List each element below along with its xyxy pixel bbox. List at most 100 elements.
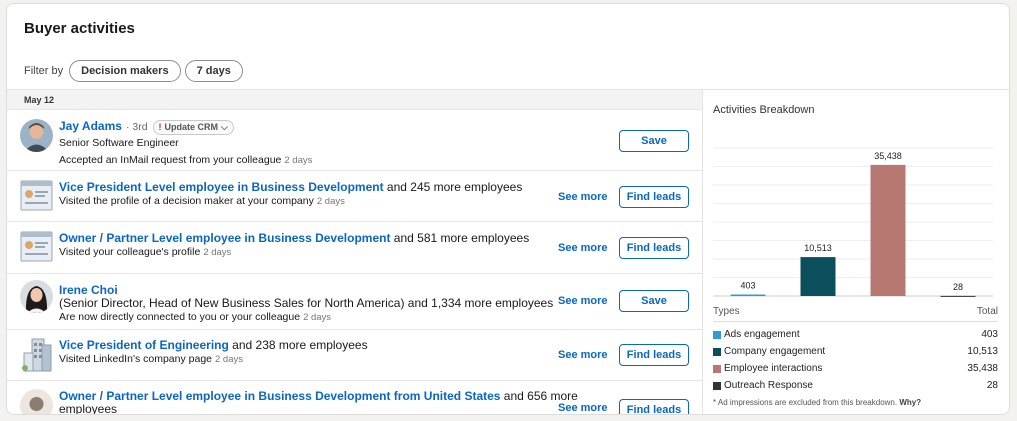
legend-value: 35,438 xyxy=(967,363,998,374)
legend-row-employee: Employee interactions 35,438 xyxy=(713,360,998,377)
bar-ads-engagement[interactable] xyxy=(730,294,766,296)
activity-text: Visited your colleague's profile 2 days xyxy=(59,246,231,258)
activity-age: 2 days xyxy=(316,196,345,207)
activity-row: Jay Adams · 3rd! Update CRM ⌵ Senior Softwa… xyxy=(7,110,702,171)
row-title: Vice President of Engineering and 238 mo… xyxy=(59,338,368,352)
activity-text: Visited the profile of a decision maker … xyxy=(59,195,345,207)
activity-description: Visited LinkedIn's company page xyxy=(59,353,212,365)
legend-label: Company engagement xyxy=(724,346,826,357)
company-building-icon xyxy=(20,337,53,372)
avatar[interactable] xyxy=(20,280,53,313)
activity-text: Accepted an InMail request from your col… xyxy=(59,154,312,166)
bar-employee-interactions[interactable] xyxy=(870,164,906,296)
see-more-link[interactable]: See more xyxy=(558,402,608,414)
person-name-link[interactable]: Irene Choi xyxy=(59,283,118,297)
bar-company-engagement[interactable] xyxy=(800,257,836,296)
legend-swatch xyxy=(713,381,721,390)
why-link[interactable]: Why? xyxy=(899,398,921,407)
legend-label: Ads engagement xyxy=(724,329,800,340)
legend-value: 10,513 xyxy=(967,346,998,357)
legend-swatch xyxy=(713,330,721,339)
save-button[interactable]: Save xyxy=(619,130,689,152)
legend-swatch xyxy=(713,364,721,373)
find-leads-button[interactable]: Find leads xyxy=(619,344,689,366)
activity-age: 2 days xyxy=(203,247,232,258)
total-column-header: Total xyxy=(976,306,998,317)
connection-degree: · 3rd xyxy=(125,121,148,133)
breakdown-bar-chart: 403 10,513 35,438 28 xyxy=(713,147,993,297)
save-button[interactable]: Save xyxy=(619,290,689,312)
row-title: Jay Adams · 3rd! Update CRM ⌵ xyxy=(59,119,234,135)
profile-card-icon xyxy=(20,230,53,263)
breakdown-table-header: Types Total xyxy=(713,306,998,317)
bar-value-label: 28 xyxy=(953,282,963,292)
activity-row: Vice President Level employee in Busines… xyxy=(7,171,702,222)
see-more-link[interactable]: See more xyxy=(558,295,608,307)
types-column-header: Types xyxy=(713,306,740,317)
legend-label: Outreach Response xyxy=(724,380,813,391)
activity-text: Visited LinkedIn's company page 2 days xyxy=(59,353,243,365)
update-crm-label: Update CRM xyxy=(164,122,219,132)
breakdown-title: Activities Breakdown xyxy=(713,104,815,116)
page-title: Buyer activities xyxy=(24,20,135,37)
avatar[interactable] xyxy=(20,389,53,414)
footnote-text: * Ad impressions are excluded from this … xyxy=(713,398,898,407)
activity-row: Owner / Partner Level employee in Busine… xyxy=(7,381,702,415)
filter-label: Filter by xyxy=(24,65,64,77)
chevron-down-icon: ⌵ xyxy=(221,121,228,132)
see-more-link[interactable]: See more xyxy=(558,349,608,361)
see-more-link[interactable]: See more xyxy=(558,191,608,203)
row-title: Owner / Partner Level employee in Busine… xyxy=(59,389,578,403)
find-leads-button[interactable]: Find leads xyxy=(619,237,689,259)
lead-group-count: and 581 more employees xyxy=(390,231,530,245)
activity-age: 2 days xyxy=(215,354,243,365)
table-divider xyxy=(713,321,998,322)
find-leads-button[interactable]: Find leads xyxy=(619,186,689,208)
legend-row-company: Company engagement 10,513 xyxy=(713,343,998,360)
activity-text: Are now directly connected to you or you… xyxy=(59,311,331,323)
lead-group-link[interactable]: Owner / Partner Level employee in Busine… xyxy=(59,231,390,245)
legend-row-ads: Ads engagement 403 xyxy=(713,326,998,343)
lead-group-count-continued: employees xyxy=(59,402,118,415)
breakdown-legend: Ads engagement 403 Company engagement 10… xyxy=(713,326,998,394)
warning-icon: ! xyxy=(158,122,162,132)
avatar[interactable] xyxy=(20,119,53,152)
update-crm-button[interactable]: ! Update CRM ⌵ xyxy=(152,119,234,135)
activity-description: Visited your colleague's profile xyxy=(59,246,201,258)
person-headline: Senior Software Engineer xyxy=(59,137,179,149)
lead-group-link[interactable]: Vice President of Engineering xyxy=(59,338,229,352)
bar-outreach-response[interactable] xyxy=(940,295,976,297)
breakdown-footnote: * Ad impressions are excluded from this … xyxy=(713,398,921,407)
lead-group-link[interactable]: Vice President Level employee in Busines… xyxy=(59,180,384,194)
legend-value: 403 xyxy=(981,329,998,340)
lead-group-count: and 245 more employees xyxy=(383,180,523,194)
activities-breakdown-panel: Activities Breakdown 403 10,513 35,438 28 T… xyxy=(703,90,1009,414)
activity-row: Irene Choi (Senior Director, Head of New… xyxy=(7,274,702,330)
see-more-link[interactable]: See more xyxy=(558,242,608,254)
activity-row: Vice President of Engineering and 238 mo… xyxy=(7,330,702,381)
activity-age: 2 days xyxy=(284,155,313,166)
bar-value-label: 10,513 xyxy=(804,243,832,253)
activity-row: Owner / Partner Level employee in Busine… xyxy=(7,222,702,274)
row-title: Owner / Partner Level employee in Busine… xyxy=(59,231,529,245)
filter-pill-decision-makers[interactable]: Decision makers xyxy=(69,60,181,82)
activity-age: 2 days xyxy=(303,312,332,323)
lead-group-count: and 238 more employees xyxy=(228,338,368,352)
bar-value-label: 403 xyxy=(740,281,755,291)
find-leads-button[interactable]: Find leads xyxy=(619,399,689,414)
buyer-activities-card: Buyer activities Filter by Decision make… xyxy=(6,3,1010,415)
activity-description: Visited the profile of a decision maker … xyxy=(59,195,314,207)
filter-pill-time-range[interactable]: 7 days xyxy=(184,60,243,82)
legend-swatch xyxy=(713,347,721,356)
row-title: Irene Choi xyxy=(59,283,118,297)
lead-group-count: and 656 more xyxy=(500,389,578,403)
person-name-link[interactable]: Jay Adams xyxy=(59,119,122,133)
activity-description: Accepted an InMail request from your col… xyxy=(59,154,282,166)
profile-card-icon xyxy=(20,179,53,212)
activity-description: Are now directly connected to you or you… xyxy=(59,311,301,323)
lead-group-link[interactable]: Owner / Partner Level employee in Busine… xyxy=(59,389,500,403)
filter-bar: Filter by Decision makers 7 days xyxy=(24,60,247,82)
feed-date: May 12 xyxy=(7,90,702,110)
activity-feed: May 12 Jay Adams · 3rd! Update CRM ⌵ Senior… xyxy=(7,90,702,415)
bar-value-label: 35,438 xyxy=(874,151,902,161)
